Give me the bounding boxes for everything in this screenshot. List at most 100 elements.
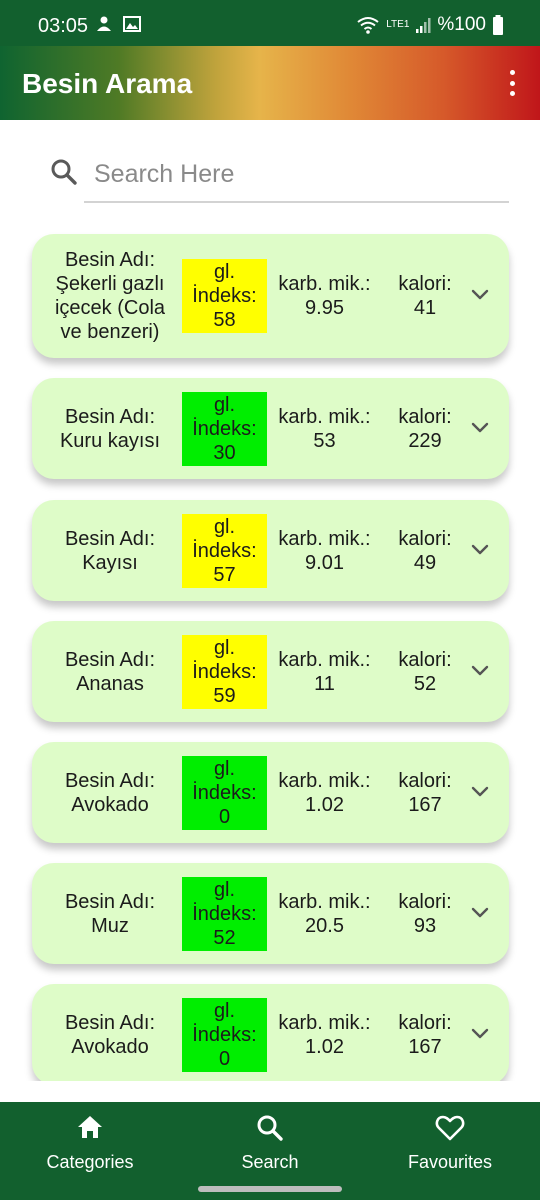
calorie-amount: kalori: 93 <box>390 890 460 938</box>
gi-label: İndeks: <box>192 418 257 440</box>
carb-amount: karb. mik.: 11 <box>272 648 377 696</box>
status-bar: 03:05 LTE1 %100 <box>0 0 540 46</box>
carb-value: 1.02 <box>305 794 344 816</box>
nav-label: Search <box>241 1152 299 1172</box>
food-card[interactable]: Besin Adı: Avokado gl. İndeks: 0 karb. mik.: 1… <box>32 742 509 843</box>
overflow-menu-button[interactable] <box>502 68 522 98</box>
page-title: Besin Arama <box>22 68 193 99</box>
chevron-down-icon[interactable] <box>470 539 490 559</box>
food-name-label: Besin Adı: <box>64 1012 156 1034</box>
food-name: Besin Adı: Muz <box>46 890 174 938</box>
food-card[interactable]: Besin Adı: Kayısı gl. İndeks: 57 karb. mik.: 9… <box>32 500 509 601</box>
wifi-icon <box>357 17 379 34</box>
carb-amount: karb. mik.: 53 <box>272 405 377 453</box>
food-card[interactable]: Besin Adı: Kuru kayısı gl. İndeks: 30 karb. m… <box>32 378 509 479</box>
gi-label: İndeks: <box>192 285 257 307</box>
nav-item-favourites[interactable]: Favourites <box>360 1102 540 1182</box>
carb-value: 9.01 <box>305 552 344 574</box>
chevron-down-icon[interactable] <box>470 660 490 680</box>
food-name: Besin Adı: Kayısı <box>46 527 174 575</box>
image-icon <box>123 16 141 32</box>
nav-item-categories[interactable]: Categories <box>0 1102 180 1182</box>
food-card[interactable]: Besin Adı: Muz gl. İndeks: 52 karb. mik.: 20.5… <box>32 863 509 964</box>
gi-label: gl. <box>213 261 236 283</box>
carb-label: karb. mik.: <box>278 1012 371 1034</box>
glycemic-index-badge: gl. İndeks: 30 <box>182 392 267 466</box>
home-icon <box>78 1116 102 1138</box>
battery-percent: %100 <box>437 14 486 35</box>
food-name-value: Muz <box>91 915 129 937</box>
calorie-amount: kalori: 49 <box>390 527 460 575</box>
food-name-value: Avokado <box>71 794 149 816</box>
calorie-value: 52 <box>413 673 437 695</box>
calorie-label: kalori: <box>398 406 452 428</box>
app-bar: Besin Arama <box>0 46 540 120</box>
food-name: Besin Adı: Kuru kayısı <box>46 405 174 453</box>
food-name: Besin Adı: Avokado <box>46 769 174 817</box>
nav-label: Categories <box>46 1152 134 1172</box>
gi-label: gl. <box>213 637 236 659</box>
chevron-down-icon[interactable] <box>470 1023 490 1043</box>
calorie-amount: kalori: 52 <box>390 648 460 696</box>
calorie-label: kalori: <box>398 649 452 671</box>
calorie-value: 167 <box>408 1036 442 1058</box>
food-name-value: Ananas <box>76 673 144 695</box>
gi-label: İndeks: <box>192 661 257 683</box>
gi-label: gl. <box>213 516 236 538</box>
gi-value: 30 <box>213 442 236 464</box>
food-name-label: Besin Adı: <box>64 249 156 271</box>
chevron-down-icon[interactable] <box>470 417 490 437</box>
chevron-down-icon[interactable] <box>470 284 490 304</box>
carb-label: karb. mik.: <box>278 273 371 295</box>
nav-label: Favourites <box>407 1152 493 1172</box>
calorie-label: kalori: <box>398 770 452 792</box>
food-name-label: Besin Adı: <box>64 770 156 792</box>
food-name-label: Besin Adı: <box>64 891 156 913</box>
gi-value: 0 <box>218 806 231 828</box>
food-card[interactable]: Besin Adı: Ananas gl. İndeks: 59 karb. mik.: 1… <box>32 621 509 722</box>
calorie-amount: kalori: 229 <box>390 405 460 453</box>
calorie-value: 93 <box>413 915 437 937</box>
chevron-down-icon[interactable] <box>470 902 490 922</box>
carb-amount: karb. mik.: 1.02 <box>272 1011 377 1059</box>
carb-amount: karb. mik.: 1.02 <box>272 769 377 817</box>
search-field[interactable] <box>84 146 509 203</box>
food-card[interactable]: Besin Adı: Şekerli gazlı içecek (Cola ve … <box>32 234 509 358</box>
calorie-amount: kalori: 167 <box>390 1011 460 1059</box>
status-system-icons: LTE1 %100 <box>356 14 504 36</box>
calorie-label: kalori: <box>398 891 452 913</box>
gi-label: gl. <box>213 758 236 780</box>
glycemic-index-badge: gl. İndeks: 59 <box>182 635 267 709</box>
gi-value: 59 <box>213 685 236 707</box>
signal-icon <box>416 18 431 33</box>
nav-item-search[interactable]: Search <box>180 1102 360 1182</box>
food-name: Besin Adı: Avokado <box>46 1011 174 1059</box>
glycemic-index-badge: gl. İndeks: 0 <box>182 998 267 1072</box>
status-notification-icons <box>94 14 142 34</box>
calorie-amount: kalori: 41 <box>390 272 460 320</box>
glycemic-index-badge: gl. İndeks: 52 <box>182 877 267 951</box>
calorie-label: kalori: <box>398 528 452 550</box>
carb-amount: karb. mik.: 9.01 <box>272 527 377 575</box>
carb-label: karb. mik.: <box>278 770 371 792</box>
menu-dot-icon <box>509 80 515 86</box>
carb-label: karb. mik.: <box>278 891 371 913</box>
calorie-amount: kalori: 167 <box>390 769 460 817</box>
heart-icon <box>435 1115 465 1141</box>
carb-label: karb. mik.: <box>278 406 371 428</box>
gi-value: 52 <box>213 927 236 949</box>
carb-amount: karb. mik.: 20.5 <box>272 890 377 938</box>
search-icon[interactable] <box>50 158 78 186</box>
chevron-down-icon[interactable] <box>470 781 490 801</box>
food-name-label: Besin Adı: <box>64 528 156 550</box>
gi-value: 57 <box>213 564 236 586</box>
food-card[interactable]: Besin Adı: Avokado gl. İndeks: 0 karb. mik.: 1… <box>32 984 509 1081</box>
notification-icon <box>97 16 111 31</box>
gi-label: İndeks: <box>192 540 257 562</box>
food-name-label: Besin Adı: <box>64 649 156 671</box>
food-list[interactable]: Besin Adı: Şekerli gazlı içecek (Cola ve … <box>22 228 518 1081</box>
menu-dot-icon <box>509 91 515 96</box>
carb-label: karb. mik.: <box>278 649 371 671</box>
search-input[interactable] <box>94 154 494 194</box>
food-name-value: Kayısı <box>82 552 138 574</box>
